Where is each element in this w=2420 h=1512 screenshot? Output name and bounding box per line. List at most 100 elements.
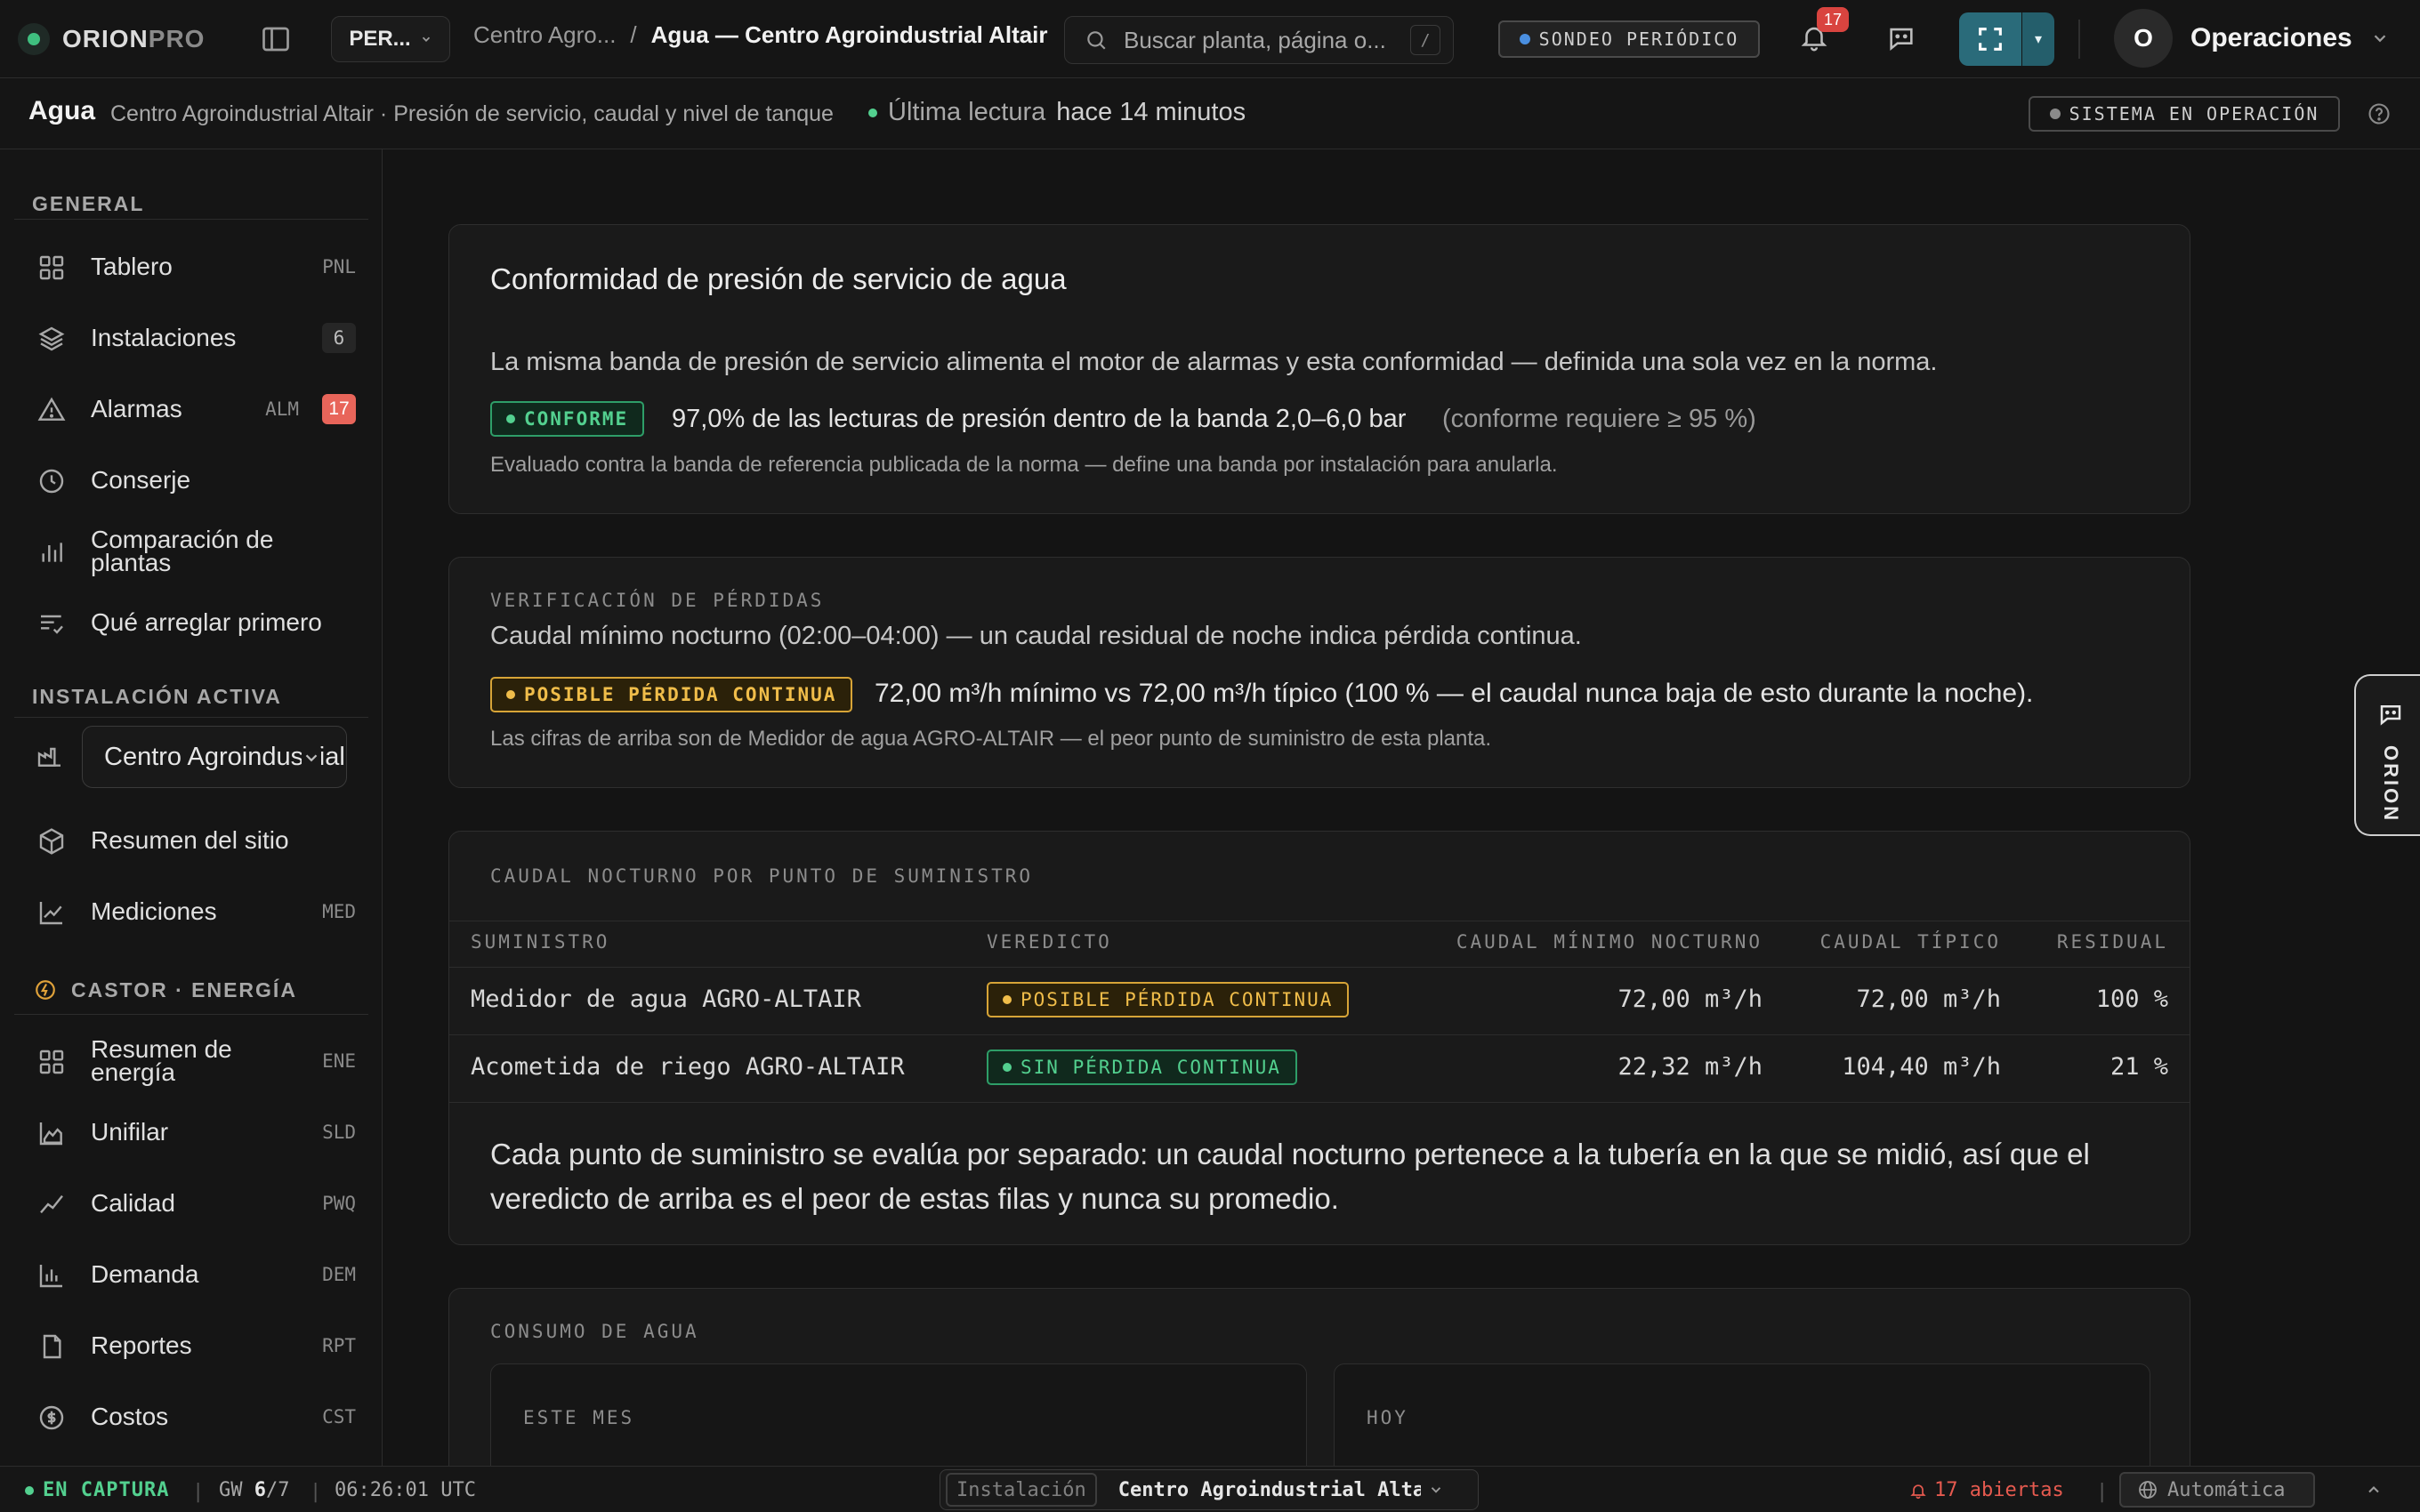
sidebar-item-costs[interactable]: Costos CST [14,1384,368,1450]
breadcrumb: Centro Agro... / Agua — Centro Agroindus… [473,21,1048,49]
table-row[interactable]: Medidor de agua AGRO-ALTAIR POSIBLE PÉRD… [449,967,2190,1034]
page-title: Agua [28,96,95,125]
sidebar-item-concierge[interactable]: Conserje [14,447,368,513]
status-dot-icon [1003,1063,1012,1072]
sidebar-item-code: PNL [322,256,356,277]
sidebar-toggle-icon[interactable] [260,23,292,55]
sidebar-item-code: PWQ [322,1193,356,1214]
sidebar-item-energy-summary[interactable]: Resumen de energía ENE [14,1028,368,1094]
help-icon[interactable] [2367,101,2392,126]
sidebar-item-label: Resumen del sitio [91,826,289,854]
gateway-total: /7 [266,1479,290,1501]
fullscreen-button[interactable] [1959,12,2021,66]
bar-chart-icon [39,1265,62,1288]
breadcrumb-current: Agua — Centro Agroindustrial Altair [650,21,1048,48]
sidebar-item-label: Mediciones [91,897,217,925]
verdict-badge: SIN PÉRDIDA CONTINUA [987,1050,1297,1085]
loss-status-badge: POSIBLE PÉRDIDA CONTINUA [490,677,853,712]
warning-icon [37,397,66,421]
sidebar-item-reports[interactable]: Reportes RPT [14,1313,368,1379]
clock-utc: 06:26:01 UTC [335,1479,476,1501]
sidebar-item-dashboard[interactable]: Tablero PNL [14,234,368,300]
status-dot-icon [506,414,515,423]
polling-dot-icon [1519,34,1530,44]
verdict-label: SIN PÉRDIDA CONTINUA [1020,1057,1281,1078]
installation-picker-value: Centro Agroindustrial Altair [1117,1478,1421,1501]
castor-energy-icon [36,980,55,1000]
open-alarms-link[interactable]: 17 abiertas [1909,1479,2064,1501]
line-chart-icon [40,1194,63,1214]
last-reading: Última lectura hace 14 minutos [868,98,1246,127]
search-shortcut-key: / [1410,25,1440,55]
clock-icon [39,469,64,494]
file-icon [43,1334,61,1359]
status-dot-icon [1003,995,1012,1004]
sidebar-section-general: GENERAL [32,192,145,215]
sidebar-item-single-line[interactable]: Unifilar SLD [14,1099,368,1165]
alarms-count-badge: 17 [322,394,356,424]
sidebar-item-demand[interactable]: Demanda DEM [14,1242,368,1307]
supply-name: Medidor de agua AGRO-ALTAIR [471,985,861,1013]
sidebar-item-code: CST [322,1406,356,1428]
verdict-label: POSIBLE PÉRDIDA CONTINUA [1020,989,1334,1010]
user-menu[interactable]: O Operaciones [2114,9,2390,68]
status-dot-icon [2049,109,2061,119]
sidebar-item-installations[interactable]: Instalaciones 6 [14,305,368,371]
table-footnote: Cada punto de suministro se evalúa por s… [490,1138,2090,1215]
last-reading-label: Última lectura [888,98,1046,126]
status-bar: EN CAPTURA | GW 6/7 | 06:26:01 UTC Insta… [0,1466,2420,1512]
system-status-badge: SISTEMA EN OPERACIÓN [2029,96,2340,132]
app-logo[interactable]: ORIONPRO [18,22,205,55]
chevron-up-icon[interactable] [2365,1481,2383,1499]
logo-text-main: ORION [62,24,149,52]
sidebar-section-energy: CASTOR · ENERGÍA [71,978,297,1001]
table-row[interactable]: Acometida de riego AGRO-ALTAIR SIN PÉRDI… [449,1034,2190,1102]
loss-verification-card: VERIFICACIÓN DE PÉRDIDAS Caudal mínimo n… [448,557,2190,788]
system-status-label: SISTEMA EN OPERACIÓN [2069,103,2319,125]
orion-assistant-tab[interactable]: ORION [2354,674,2420,836]
factory-icon [37,747,60,767]
active-installation-select[interactable]: Centro Agroindustrial Altair [82,726,347,788]
pressure-compliance-card: Conformidad de presión de servicio de ag… [448,224,2190,514]
sidebar-item-plant-comparison[interactable]: Comparación de plantas [14,519,368,584]
sidebar-item-alarms[interactable]: Alarmas ALM 17 [14,376,368,442]
bar-chart-icon [42,543,62,562]
search-icon [1087,31,1106,50]
open-alarms-label: 17 abiertas [1934,1479,2064,1501]
table-header-min-flow: CAUDAL MÍNIMO NOCTURNO [1456,931,1763,953]
gateway-status: GW 6/7 [219,1479,290,1501]
polling-status-badge[interactable]: SONDEO PERIÓDICO [1498,20,1760,58]
chevron-down-icon [1431,1487,1440,1493]
fullscreen-dropdown-button[interactable]: ▾ [2022,12,2054,66]
list-check-icon [41,615,63,634]
global-search[interactable]: / [1064,16,1454,64]
live-dot-icon [868,108,877,117]
sidebar-section-active-installation: INSTALACIÓN ACTIVA [32,685,282,708]
layers-icon [38,326,65,351]
search-input[interactable] [1124,26,1391,54]
chevron-down-icon [422,36,430,42]
fullscreen-icon [1979,28,2002,51]
residual-value: 100 % [2095,985,2168,1013]
status-separator: | [192,1481,205,1503]
breadcrumb-parent[interactable]: Centro Agro... [473,21,616,49]
compliance-status-badge: CONFORME [490,401,645,437]
table-header-verdict: VEREDICTO [987,931,1112,953]
chat-icon [2380,705,2401,726]
typical-flow-value: 104,40 m³/h [1842,1053,2001,1081]
breadcrumb-separator: / [630,21,637,48]
sidebar-item-fix-first[interactable]: Qué arreglar primero [14,590,368,655]
chat-icon[interactable] [1886,23,1916,53]
sidebar-item-code: RPT [322,1335,356,1356]
loss-status-label: POSIBLE PÉRDIDA CONTINUA [524,684,837,705]
sidebar-item-measurements[interactable]: Mediciones MED [14,879,368,945]
sidebar-divider [14,1014,368,1015]
sidebar-item-quality[interactable]: Calidad PWQ [14,1170,368,1236]
language-auto-button[interactable]: Automática [2119,1472,2315,1508]
sidebar-item-site-summary[interactable]: Resumen del sitio [14,808,368,873]
sidebar-item-label: Reportes [91,1331,192,1359]
chevron-down-icon [302,748,321,768]
loss-result: 72,00 m³/h mínimo vs 72,00 m³/h típico (… [875,679,2034,708]
installation-picker[interactable]: Instalación Centro Agroindustrial Altair [940,1469,1479,1510]
workspace-switcher[interactable]: PER... [331,16,450,62]
